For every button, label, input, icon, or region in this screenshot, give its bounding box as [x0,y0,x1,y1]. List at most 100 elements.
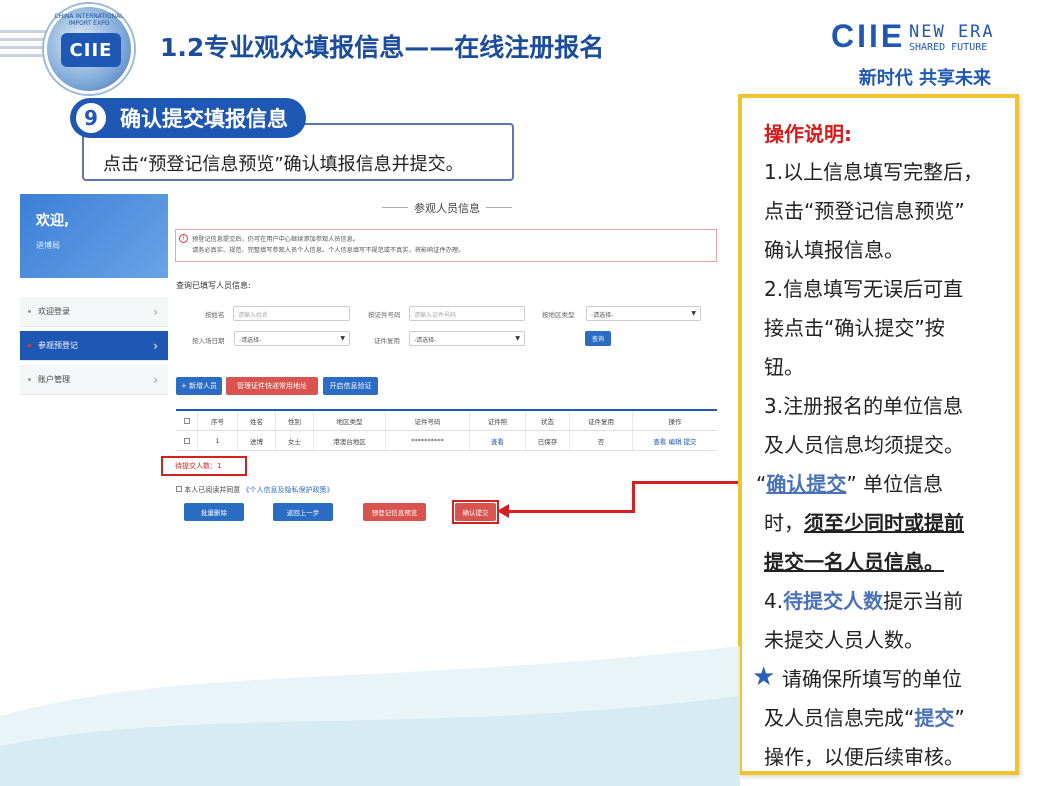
attendee-table: 序号 姓名 性别 地区类型 证件号码 证件照 状态 证件复用 操作 1 进博 女… [176,409,717,451]
instruction-text: 时， [764,511,804,535]
instruction-text: ” [954,706,965,730]
batch-delete-button[interactable]: 批量删除 [184,503,244,521]
sidebar-item-label: 账户管理 [38,375,70,384]
logo-ring-text: CHINA INTERNATIONAL IMPORT EXPO [54,13,124,27]
table-header: 操作 [668,417,682,426]
bullet-icon [28,310,31,313]
cell-status: 已保存 [526,431,570,450]
cell-region: 港澳台地区 [314,431,386,450]
instruction-text: 提示当前 [883,589,964,613]
chevron-right-icon: › [153,372,158,387]
instruction-line: 接点击“确认提交”按 [764,316,945,340]
add-person-button[interactable]: + 新增人员 [176,377,222,395]
instruction-line: 点击“预登记信息预览” [764,199,965,223]
quote-open: “ [756,472,767,496]
view-photo-link[interactable]: 查看 [470,431,526,450]
region-filter-label: 按地区类型 [542,311,575,319]
instruction-line: 未提交人员人数。 [764,628,924,652]
background-wave [0,646,740,786]
cell-reuse: 否 [570,431,633,450]
instruction-text: 4. [764,589,784,613]
sidebar-welcome-card: 欢迎, 进博局 [20,194,168,278]
sidebar-item-account[interactable]: 账户管理 › [20,365,168,395]
caret-down-icon: ▼ [691,310,696,317]
cert-filter-label: 按证件号码 [368,311,401,319]
instruction-line: 4.待提交人数提示当前 [764,585,963,614]
instruction-line: 操作，以便后续审核。 [764,745,964,769]
sidebar-item-welcome-login[interactable]: 欢迎登录 › [20,297,168,327]
instruction-line-emphasis: 提交一名人员信息。 [764,550,944,574]
instruction-title: 操作说明: [764,122,852,146]
row-checkbox[interactable] [176,431,198,450]
instruction-line: 确认填报信息。 [764,238,904,262]
bullet-icon [28,344,31,347]
date-filter-select[interactable]: -请选择- ▼ [234,331,350,346]
checkbox-icon[interactable] [176,486,182,492]
query-button[interactable]: 查询 [585,331,611,346]
sidebar-item-label: 参观预登记 [38,341,78,350]
notice-line-1: 预登记信息提交后，仍可在用户中心继续添加参观人员信息。 [192,236,360,243]
checkbox-icon [183,417,190,424]
table-header: 姓名 [238,411,276,430]
instruction-text: 及人员信息完成“ [764,706,915,730]
notice-line-2: 请务必真实、规范、完整填写参观人员个人信息。个人信息填写不规范或不真实，将影响证… [192,247,465,254]
reuse-filter-label: 证件复用 [374,337,400,345]
privacy-policy-link[interactable]: 《个人信息及隐私保护政策》 [242,486,333,494]
quote-close: ” [846,472,857,496]
step-pill: 9 确认提交填报信息 [70,98,306,138]
date-filter-label: 按入场日期 [192,337,225,345]
instruction-text: 单位信息 [863,472,944,496]
back-button[interactable]: 返回上一步 [273,503,333,521]
bullet-icon [28,378,31,381]
select-all-checkbox[interactable] [176,411,198,430]
brand-slogan: 新时代 共享未来 [858,68,991,89]
confirm-highlight-frame [452,500,499,524]
welcome-text: 欢迎, [36,213,70,229]
table-header: 证件号码 [386,411,470,430]
agree-text: 本人已阅读并同意 [184,486,241,494]
table-header: 状态 [526,411,570,430]
welcome-user: 进博局 [36,241,60,250]
name-filter-input[interactable]: 请输入姓名 [233,306,350,321]
chevron-right-icon: › [153,338,158,353]
instruction-line: 请确保所填写的单位 [782,667,962,691]
pending-count: 待提交人数：1 [161,456,247,476]
instruction-line: 3.注册报名的单位信息 [764,394,964,418]
step-number: 9 [74,101,108,135]
brand-shared-future: SHARED FUTURE [909,42,988,53]
arrow-connector-lower [505,510,635,513]
cell-no: 1 [198,431,238,450]
reuse-filter-value: -请选择- [414,337,437,344]
caret-down-icon: ▼ [515,335,520,342]
cert-filter-input[interactable]: 请输入证件号码 [409,306,525,321]
region-filter-select[interactable]: -请选择- ▼ [586,306,701,321]
panel-title: 参观人员信息 [382,200,512,216]
instruction-line: 1.以上信息填写完整后， [764,160,984,184]
step-description: 点击“预登记信息预览”确认填报信息并提交。 [103,154,464,175]
ciie-logo: CHINA INTERNATIONAL IMPORT EXPO CIIE [44,4,134,94]
confirm-submit-highlight: 确认提交 [766,472,847,496]
reuse-filter-select[interactable]: -请选择- ▼ [409,331,525,346]
instruction-line: 时，须至少同时或提前 [764,507,964,536]
table-header: 地区类型 [314,411,386,430]
cell-gender: 女士 [276,431,314,450]
instruction-line: 及人员信息完成“提交” [764,702,965,731]
step-label: 确认提交填报信息 [120,107,288,131]
agree-policy[interactable]: 本人已阅读并同意 《个人信息及隐私保护政策》 [176,485,333,495]
manage-address-button[interactable]: 管理证件快递常用地址 [226,377,318,395]
instruction-line: 及人员信息均须提交。 [764,433,964,457]
name-filter-label: 按姓名 [205,311,225,319]
enable-verify-button[interactable]: 开启信息验证 [323,377,378,395]
instruction-line: “确认提交” 单位信息 [756,468,943,497]
brand-new-era: NEW ERA [909,22,995,42]
arrow-head-icon [497,504,509,518]
arrow-connector-vertical [632,481,635,512]
preview-button[interactable]: 预登记信息预览 [363,503,426,521]
table-header-row: 序号 姓名 性别 地区类型 证件号码 证件照 状态 证件复用 操作 [176,411,717,431]
region-filter-value: -请选择- [591,312,614,319]
sidebar-item-pre-registration[interactable]: 参观预登记 › [20,331,168,361]
table-header: 证件复用 [570,411,633,430]
row-actions-links[interactable]: 查看 编辑 提交 [633,431,717,450]
chevron-right-icon: › [153,304,158,319]
cell-cert: ********** [386,431,470,450]
